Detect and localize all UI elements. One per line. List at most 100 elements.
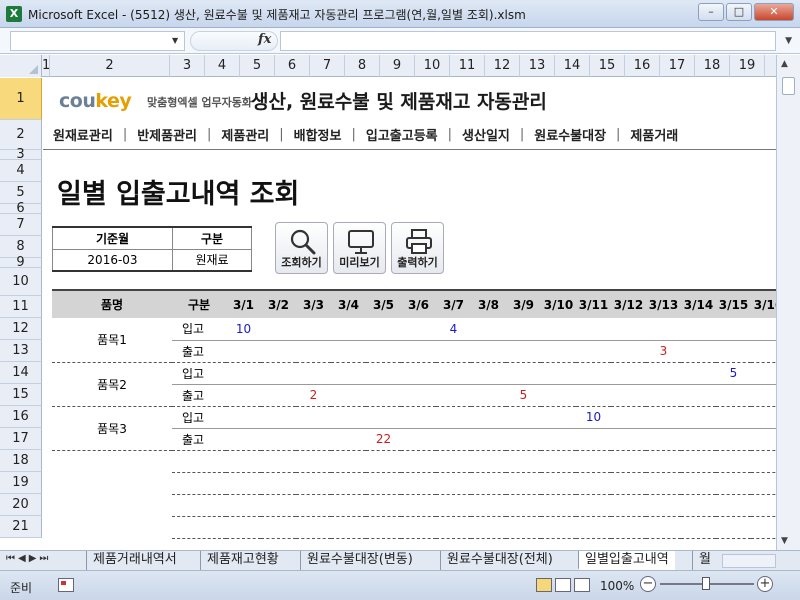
item-name-cell[interactable]: 품목1 bbox=[52, 318, 172, 363]
qty-cell[interactable] bbox=[751, 450, 776, 473]
macro-record-icon[interactable] bbox=[58, 578, 74, 592]
qty-cell[interactable] bbox=[681, 494, 716, 517]
qty-cell[interactable] bbox=[436, 362, 471, 385]
row-header-cell[interactable]: 9 bbox=[0, 255, 42, 270]
qty-cell[interactable] bbox=[296, 362, 331, 385]
row-header-cell[interactable]: 19 bbox=[0, 472, 42, 494]
qty-cell[interactable] bbox=[401, 494, 436, 517]
qty-cell[interactable] bbox=[296, 428, 331, 451]
qty-cell[interactable] bbox=[611, 450, 646, 473]
row-header-cell[interactable]: 2 bbox=[0, 120, 42, 150]
qty-cell[interactable] bbox=[646, 428, 681, 451]
zoom-out-icon[interactable]: − bbox=[640, 576, 656, 592]
type-value-cell[interactable]: 원재료 bbox=[172, 248, 252, 272]
qty-cell[interactable] bbox=[611, 384, 646, 407]
qty-cell[interactable] bbox=[541, 318, 576, 341]
io-type-cell[interactable]: 입고 bbox=[172, 318, 226, 341]
qty-cell[interactable] bbox=[296, 406, 331, 429]
qty-cell[interactable] bbox=[576, 472, 611, 495]
qty-cell[interactable] bbox=[401, 362, 436, 385]
column-header-cell[interactable]: 15 bbox=[590, 55, 625, 77]
row-header-cell[interactable]: 16 bbox=[0, 406, 42, 428]
column-header-cell[interactable]: 4 bbox=[205, 55, 240, 77]
qty-cell[interactable]: 10 bbox=[576, 406, 611, 429]
qty-cell[interactable] bbox=[576, 340, 611, 363]
name-box-dropdown-icon[interactable]: ▼ bbox=[172, 36, 178, 45]
qty-cell[interactable] bbox=[506, 428, 541, 451]
qty-cell[interactable]: 3 bbox=[646, 340, 681, 363]
qty-cell[interactable] bbox=[331, 340, 366, 363]
qty-cell[interactable] bbox=[436, 472, 471, 495]
name-box[interactable] bbox=[10, 31, 185, 51]
qty-cell[interactable] bbox=[681, 318, 716, 341]
qty-cell[interactable] bbox=[366, 384, 401, 407]
qty-cell[interactable] bbox=[331, 494, 366, 517]
sheet-tab[interactable]: 원료수불대장(전체) bbox=[440, 551, 559, 570]
io-type-cell[interactable]: 출고 bbox=[172, 340, 226, 363]
qty-cell[interactable] bbox=[471, 340, 506, 363]
qty-cell[interactable] bbox=[681, 516, 716, 539]
qty-cell[interactable] bbox=[471, 450, 506, 473]
qty-cell[interactable] bbox=[436, 384, 471, 407]
column-header-cell[interactable]: 5 bbox=[240, 55, 275, 77]
month-value-cell[interactable]: 2016-03 bbox=[52, 248, 173, 272]
qty-cell[interactable] bbox=[611, 516, 646, 539]
qty-cell[interactable] bbox=[646, 494, 681, 517]
qty-cell[interactable] bbox=[471, 406, 506, 429]
qty-cell[interactable] bbox=[576, 450, 611, 473]
menu-item[interactable]: 반제품관리 bbox=[127, 125, 207, 144]
qty-cell[interactable] bbox=[716, 516, 751, 539]
qty-cell[interactable]: 22 bbox=[366, 428, 401, 451]
qty-cell[interactable] bbox=[436, 406, 471, 429]
qty-cell[interactable] bbox=[646, 450, 681, 473]
row-header-cell[interactable]: 4 bbox=[0, 160, 42, 182]
qty-cell[interactable] bbox=[436, 516, 471, 539]
qty-cell[interactable] bbox=[436, 340, 471, 363]
qty-cell[interactable] bbox=[506, 406, 541, 429]
qty-cell[interactable] bbox=[541, 428, 576, 451]
column-header-cell[interactable]: 9 bbox=[380, 55, 415, 77]
qty-cell[interactable] bbox=[751, 516, 776, 539]
close-button[interactable]: ✕ bbox=[754, 3, 794, 21]
menu-item[interactable]: 생산일지 bbox=[452, 125, 520, 144]
column-header-cell[interactable]: 6 bbox=[275, 55, 310, 77]
qty-cell[interactable] bbox=[681, 340, 716, 363]
qty-cell[interactable] bbox=[261, 384, 296, 407]
qty-cell[interactable] bbox=[471, 362, 506, 385]
menu-item[interactable]: 원료수불대장 bbox=[524, 125, 616, 144]
sheet-tab[interactable]: 제품거래내역서 bbox=[86, 551, 183, 570]
qty-cell[interactable] bbox=[471, 428, 506, 451]
qty-cell[interactable] bbox=[576, 318, 611, 341]
qty-cell[interactable] bbox=[576, 494, 611, 517]
qty-cell[interactable]: 2 bbox=[296, 384, 331, 407]
io-type-cell[interactable] bbox=[172, 494, 226, 517]
insert-function-icon[interactable]: fx bbox=[258, 32, 271, 47]
column-header-cell[interactable]: 17 bbox=[660, 55, 695, 77]
scroll-down-icon[interactable]: ▼ bbox=[781, 536, 788, 546]
column-header-cell[interactable]: 1 bbox=[42, 55, 50, 77]
qty-cell[interactable] bbox=[261, 516, 296, 539]
row-header-cell[interactable]: 12 bbox=[0, 318, 42, 340]
qty-cell[interactable] bbox=[751, 428, 776, 451]
qty-cell[interactable] bbox=[646, 516, 681, 539]
qty-cell[interactable] bbox=[436, 450, 471, 473]
qty-cell[interactable] bbox=[401, 384, 436, 407]
qty-cell[interactable] bbox=[331, 318, 366, 341]
qty-cell[interactable] bbox=[296, 494, 331, 517]
qty-cell[interactable] bbox=[261, 494, 296, 517]
qty-cell[interactable] bbox=[716, 384, 751, 407]
qty-cell[interactable] bbox=[366, 318, 401, 341]
column-header-cell[interactable]: 18 bbox=[695, 55, 730, 77]
page-layout-view-icon[interactable] bbox=[555, 578, 571, 592]
column-header-cell[interactable]: 19 bbox=[730, 55, 765, 77]
sheet-tab[interactable]: 제품재고현황 bbox=[200, 551, 285, 570]
qty-cell[interactable] bbox=[401, 428, 436, 451]
qty-cell[interactable] bbox=[226, 494, 261, 517]
qty-cell[interactable] bbox=[366, 340, 401, 363]
qty-cell[interactable] bbox=[506, 362, 541, 385]
qty-cell[interactable] bbox=[436, 428, 471, 451]
qty-cell[interactable] bbox=[331, 450, 366, 473]
qty-cell[interactable] bbox=[541, 450, 576, 473]
qty-cell[interactable] bbox=[716, 340, 751, 363]
qty-cell[interactable] bbox=[226, 428, 261, 451]
